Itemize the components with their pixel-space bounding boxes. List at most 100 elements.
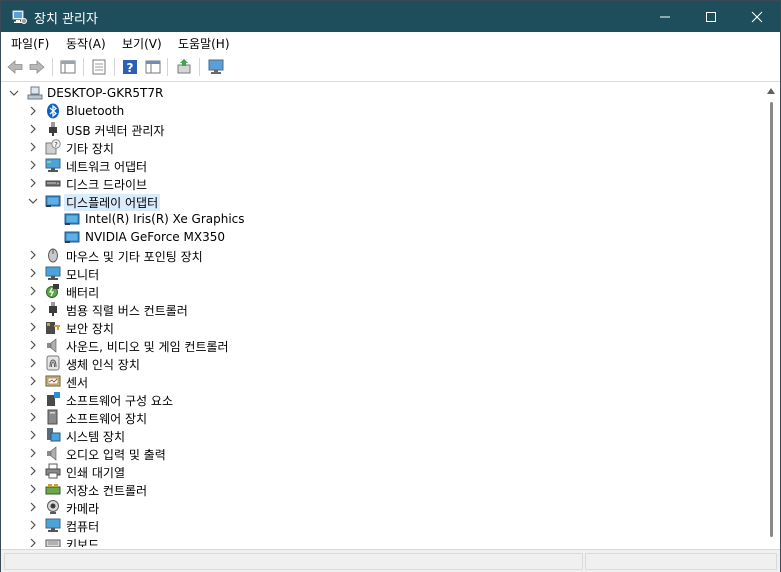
device-tree[interactable]: DESKTOP-GKR5T7R Bluetooth USB 커넥터 관리자? 기타 장… (3, 84, 763, 547)
toolbar-separator (114, 58, 115, 76)
monitor-scan-icon[interactable] (207, 58, 225, 76)
tree-item[interactable]: USB 커넥터 관리자 (3, 120, 743, 138)
chevron-right-icon[interactable] (28, 285, 38, 297)
scrollbar-thumb[interactable] (770, 102, 773, 537)
chevron-right-icon[interactable] (28, 465, 38, 477)
chevron-right-icon[interactable] (28, 177, 38, 189)
view-pane-icon[interactable] (144, 58, 162, 76)
tree-item[interactable]: 사운드, 비디오 및 게임 컨트롤러 (3, 336, 743, 354)
tree-item-label: Intel(R) Iris(R) Xe Graphics (85, 212, 245, 226)
chevron-right-icon[interactable] (28, 339, 38, 351)
tree-item[interactable]: 배터리 (3, 282, 743, 300)
tree-item[interactable]: 마우스 및 기타 포인팅 장치 (3, 246, 743, 264)
chevron-right-icon[interactable] (28, 447, 38, 459)
update-driver-icon[interactable] (175, 58, 193, 76)
tree-item-label: 저장소 컨트롤러 (66, 484, 148, 498)
camera-icon (47, 500, 59, 514)
tree-item[interactable]: 센서 (3, 372, 743, 390)
chevron-right-icon[interactable] (28, 249, 38, 261)
tree-item-label: 네트워크 어댑터 (66, 160, 148, 174)
svg-text:?: ? (127, 61, 134, 75)
tree-item-label: 컴퓨터 (66, 520, 100, 534)
tree-item-label: 생체 인식 장치 (66, 358, 140, 372)
vertical-scrollbar[interactable] (764, 84, 778, 547)
chevron-right-icon[interactable] (28, 105, 38, 117)
chevron-right-icon[interactable] (28, 267, 38, 279)
keyboard-icon (45, 539, 61, 547)
chevron-right-icon[interactable] (28, 159, 38, 171)
tree-item-label: 소프트웨어 구성 요소 (66, 394, 173, 408)
fingerprint-icon (46, 355, 60, 371)
device-manager-app-icon (12, 10, 27, 24)
tree-item[interactable]: 모니터 (3, 264, 743, 282)
bluetooth-icon (47, 103, 59, 119)
tree-item-label: NVIDIA GeForce MX350 (85, 230, 225, 244)
help-icon[interactable]: ? (121, 58, 139, 76)
tree-item-label: 카메라 (66, 502, 100, 516)
mouse-icon (48, 248, 58, 263)
tree-item[interactable]: 키보드 (3, 534, 743, 547)
tree-item[interactable]: 오디오 입력 및 출력 (3, 444, 743, 462)
chevron-right-icon[interactable] (28, 357, 38, 369)
back-arrow-icon[interactable] (6, 58, 24, 76)
chevron-right-icon[interactable] (28, 537, 38, 547)
tree-item[interactable]: 카메라 (3, 498, 743, 516)
tree-item[interactable]: 디스크 드라이브 (3, 174, 743, 192)
tree-item-label: 배터리 (66, 286, 100, 300)
device-manager-window: 장치 관리자 파일(F) 동작(A) 보기(V) 도움말(H) ? DESKTO… (0, 0, 781, 572)
tree-item[interactable]: 생체 인식 장치 (3, 354, 743, 372)
menu-help[interactable]: 도움말(H) (178, 35, 230, 52)
chevron-right-icon[interactable] (28, 501, 38, 513)
tree-item[interactable]: 인쇄 대기열 (3, 462, 743, 480)
chevron-down-icon[interactable] (28, 195, 38, 207)
minimize-button[interactable] (642, 1, 688, 32)
chevron-right-icon[interactable] (28, 123, 38, 135)
tree-item[interactable]: ? 기타 장치 (3, 138, 743, 156)
unknown-device-icon: ? (45, 139, 61, 155)
chevron-right-icon[interactable] (28, 303, 38, 315)
scroll-up-icon[interactable] (767, 88, 775, 94)
tree-item[interactable]: 저장소 컨트롤러 (3, 480, 743, 498)
tree-item[interactable]: 보안 장치 (3, 318, 743, 336)
toolbar-separator (199, 58, 200, 76)
tree-child-item[interactable]: NVIDIA GeForce MX350 (3, 228, 743, 246)
menu-view[interactable]: 보기(V) (122, 35, 162, 52)
tree-item[interactable]: 소프트웨어 구성 요소 (3, 390, 743, 408)
tree-item-label: 마우스 및 기타 포인팅 장치 (66, 250, 203, 264)
close-button[interactable] (734, 1, 780, 32)
chevron-right-icon[interactable] (28, 141, 38, 153)
chevron-down-icon[interactable] (9, 87, 19, 99)
svg-text:?: ? (54, 141, 58, 149)
tree-item[interactable]: 디스플레이 어댑터 (3, 192, 743, 211)
display-adapter-icon (64, 231, 80, 243)
tree-item-label: 오디오 입력 및 출력 (66, 448, 166, 462)
display-adapter-icon (45, 195, 61, 207)
chevron-right-icon[interactable] (28, 411, 38, 423)
chevron-right-icon[interactable] (28, 375, 38, 387)
menu-action[interactable]: 동작(A) (66, 35, 106, 52)
tree-item[interactable]: 범용 직렬 버스 컨트롤러 (3, 300, 743, 318)
tree-item[interactable]: 컴퓨터 (3, 516, 743, 534)
tree-root[interactable]: DESKTOP-GKR5T7R (3, 84, 743, 102)
chevron-right-icon[interactable] (28, 483, 38, 495)
properties-page-icon[interactable] (90, 58, 108, 76)
properties-pane-icon[interactable] (59, 58, 77, 76)
chevron-right-icon[interactable] (28, 393, 38, 405)
chevron-right-icon[interactable] (28, 519, 38, 531)
tree-item-label: 디스플레이 어댑터 (64, 194, 161, 211)
status-bar (1, 549, 780, 572)
tree-item[interactable]: Bluetooth (3, 102, 743, 120)
software-device-icon (47, 409, 58, 425)
tree-item[interactable]: 네트워크 어댑터 (3, 156, 743, 174)
tree-item[interactable]: 소프트웨어 장치 (3, 408, 743, 426)
chevron-right-icon[interactable] (28, 321, 38, 333)
chevron-right-icon[interactable] (28, 429, 38, 441)
forward-arrow-icon[interactable] (28, 58, 46, 76)
title-bar[interactable]: 장치 관리자 (1, 1, 780, 32)
tree-item[interactable]: 시스템 장치 (3, 426, 743, 444)
tree-item-label: 기타 장치 (66, 142, 114, 156)
tree-child-item[interactable]: Intel(R) Iris(R) Xe Graphics (3, 210, 743, 228)
usb-controller-icon (49, 302, 57, 316)
menu-file[interactable]: 파일(F) (11, 35, 49, 52)
maximize-button[interactable] (688, 1, 734, 32)
